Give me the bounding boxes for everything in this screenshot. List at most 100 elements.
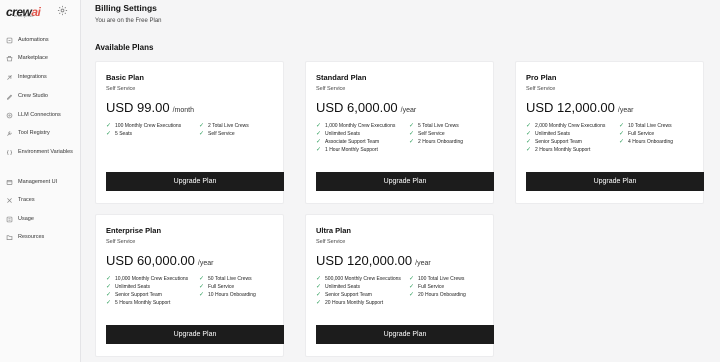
feature-item: ✓ 10 Hours Onboarding <box>199 292 256 298</box>
plan-card-pro: Pro Plan Self Service USD 12,000.00 /yea… <box>515 61 704 204</box>
sidebar-item-automations[interactable]: Automations <box>6 36 49 44</box>
plan-tier: Self Service <box>316 86 346 92</box>
plan-name: Standard Plan <box>316 73 367 82</box>
sidebar-item-label: Marketplace <box>18 55 48 61</box>
feature-list: ✓ 2,000 Monthly Crew Executions ✓ 10 Total… <box>526 123 698 153</box>
plan-name: Enterprise Plan <box>106 226 162 235</box>
sidebar-item-label: LLM Connections <box>18 112 61 118</box>
sidebar-item-traces[interactable]: Traces <box>6 196 35 204</box>
check-icon: ✓ <box>619 139 625 145</box>
sidebar-item-crew-studio[interactable]: Crew Studio <box>6 92 48 100</box>
check-icon: ✓ <box>316 276 322 282</box>
feature-item: ✓ Self Service <box>409 131 445 137</box>
gear-icon[interactable] <box>57 5 68 16</box>
check-icon: ✓ <box>199 131 205 137</box>
sidebar-item-label: Tool Registry <box>18 130 50 136</box>
check-icon: ✓ <box>316 147 322 153</box>
plan-price: USD 6,000.00 /year <box>316 100 416 115</box>
check-icon: ✓ <box>199 276 205 282</box>
plan-price: USD 60,000.00 /year <box>106 253 213 268</box>
sidebar-item-environment-variables[interactable]: Environment Variables <box>6 148 73 156</box>
feature-list: ✓ 100 Monthly Crew Executions ✓ 2 Total Li… <box>106 123 278 137</box>
feature-item: ✓ 100 Monthly Crew Executions <box>106 123 182 129</box>
feature-item: ✓ 1,000 Monthly Crew Executions <box>316 123 396 129</box>
feature-item: ✓ 10,000 Monthly Crew Executions <box>106 276 189 282</box>
check-icon: ✓ <box>316 123 322 129</box>
plan-tier: Self Service <box>106 86 136 92</box>
llm-connections-icon <box>6 112 13 118</box>
price-period: /year <box>400 107 417 114</box>
feature-item: ✓ Unlimited Seats <box>316 131 361 137</box>
check-icon: ✓ <box>409 139 415 145</box>
plan-price: USD 12,000.00 /year <box>526 100 633 115</box>
price-period: /month <box>172 107 194 114</box>
feature-item: ✓ 2 Hours Onboarding <box>409 139 464 145</box>
price-amount: USD 12,000.00 <box>526 100 615 115</box>
plan-name: Ultra Plan <box>316 226 352 235</box>
plan-card-basic: Basic Plan Self Service USD 99.00 /month… <box>95 61 284 204</box>
integrations-icon <box>7 74 12 80</box>
feature-item: ✓ 50 Total Live Crews <box>199 276 252 282</box>
feature-item: ✓ Senior Support Team <box>106 292 162 298</box>
sidebar-item-marketplace[interactable]: Marketplace <box>6 54 48 62</box>
check-icon: ✓ <box>106 276 112 282</box>
check-icon: ✓ <box>316 300 322 306</box>
feature-item: ✓ Full Service <box>619 131 655 137</box>
price-period: /year <box>197 260 214 267</box>
feature-item: ✓ Unlimited Seats <box>526 131 571 137</box>
check-icon: ✓ <box>106 131 112 137</box>
plan-price: USD 120,000.00 /year <box>316 253 431 268</box>
feature-item: ✓ 5 Hours Monthly Support <box>106 300 171 306</box>
sidebar-item-management-ui[interactable]: Management UI <box>6 178 57 186</box>
automations-icon <box>6 37 13 43</box>
section-title: Available Plans <box>95 43 154 52</box>
page-title: Billing Settings <box>95 3 157 13</box>
check-icon: ✓ <box>409 123 415 129</box>
check-icon: ✓ <box>526 147 532 153</box>
feature-item: ✓ Senior Support Team <box>526 139 582 145</box>
feature-item: ✓ 2 Hours Monthly Support <box>526 147 591 153</box>
feature-item: ✓ 1 Hour Monthly Support <box>316 147 378 153</box>
sidebar-item-label: Environment Variables <box>18 149 73 155</box>
check-icon: ✓ <box>409 131 415 137</box>
sidebar-item-tool-registry[interactable]: Tool Registry <box>6 129 50 137</box>
traces-icon <box>7 197 12 203</box>
check-icon: ✓ <box>106 123 112 129</box>
upgrade-plan-button[interactable]: Upgrade Plan <box>316 325 494 344</box>
plan-card-standard: Standard Plan Self Service USD 6,000.00 … <box>305 61 494 204</box>
environment-variables-icon <box>7 149 12 155</box>
sidebar-item-label: Usage <box>18 216 34 222</box>
feature-item: ✓ Full Service <box>409 284 445 290</box>
upgrade-plan-button[interactable]: Upgrade Plan <box>316 172 494 191</box>
plan-card-enterprise: Enterprise Plan Self Service USD 60,000.… <box>95 214 284 357</box>
upgrade-plan-button[interactable]: Upgrade Plan <box>526 172 704 191</box>
feature-item: ✓ 20 Hours Onboarding <box>409 292 466 298</box>
sidebar-item-usage[interactable]: Usage <box>6 215 34 223</box>
feature-list: ✓ 10,000 Monthly Crew Executions ✓ 50 Tota… <box>106 276 278 306</box>
check-icon: ✓ <box>409 276 415 282</box>
feature-item: ✓ 5 Seats <box>106 131 132 137</box>
crew-studio-icon <box>7 94 13 100</box>
marketplace-icon <box>6 55 13 61</box>
feature-item: ✓ 20 Hours Monthly Support <box>316 300 384 306</box>
plan-tier: Self Service <box>316 239 346 245</box>
check-icon: ✓ <box>199 284 205 290</box>
plan-name: Pro Plan <box>526 73 557 82</box>
current-plan-text: You are on the Free Plan <box>95 18 162 24</box>
feature-item: ✓ 10 Total Live Crews <box>619 123 672 129</box>
plan-tier: Self Service <box>106 239 136 245</box>
upgrade-plan-button[interactable]: Upgrade Plan <box>106 172 284 191</box>
sidebar-item-resources[interactable]: Resources <box>6 233 44 241</box>
sidebar-item-integrations[interactable]: Integrations <box>6 73 47 81</box>
feature-item: ✓ 5 Total Live Crews <box>409 123 459 129</box>
feature-item: ✓ 2 Total Live Crews <box>199 123 249 129</box>
price-amount: USD 120,000.00 <box>316 253 413 268</box>
check-icon: ✓ <box>409 292 415 298</box>
feature-item: ✓ 2,000 Monthly Crew Executions <box>526 123 606 129</box>
check-icon: ✓ <box>619 123 625 129</box>
resources-icon <box>6 234 13 240</box>
check-icon: ✓ <box>526 123 532 129</box>
upgrade-plan-button[interactable]: Upgrade Plan <box>106 325 284 344</box>
check-icon: ✓ <box>199 292 205 298</box>
sidebar-item-llm-connections[interactable]: LLM Connections <box>6 111 61 119</box>
